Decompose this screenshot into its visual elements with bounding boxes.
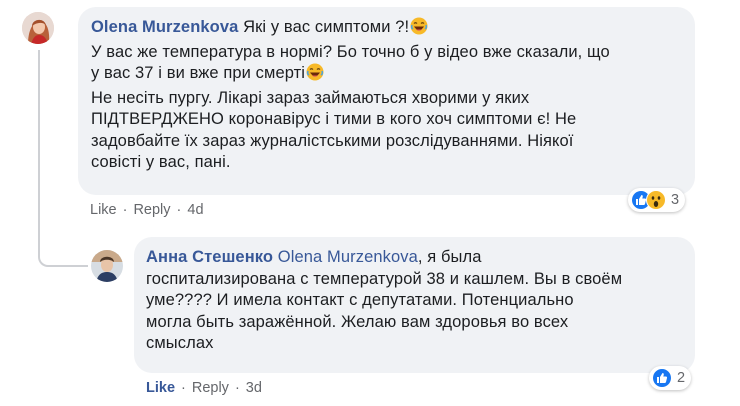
comment-body-2: Анна Стешенко Olena Murzenkova, я была г…	[146, 247, 681, 355]
laughing-emoji-icon	[306, 63, 324, 88]
reply-thread-line	[38, 50, 88, 267]
comment-line-2-3: уме???? И имела контакт с депутатами. По…	[146, 291, 574, 309]
comment-line-1-4: Не несіть пургу. Лікарі зараз займаються…	[91, 88, 530, 107]
separator-dot: ·	[181, 380, 186, 396]
comment-bubble-1: Olena Murzenkova Які у вас симптоми ?! У…	[78, 7, 695, 195]
reaction-count-2: 2	[677, 370, 686, 386]
comment-line-2-5: смыслах	[146, 334, 214, 352]
reactions-summary-1[interactable]: 3	[628, 188, 686, 212]
comment-line-1-2: У вас же температура в нормі? Бо точно б…	[91, 42, 610, 61]
comment-line-2-4: могла быть заражённой. Желаю вам здоровь…	[146, 312, 569, 331]
comment-text-first-2: , я была	[417, 248, 482, 266]
like-reaction-icon	[652, 368, 672, 388]
comment-text-first-1: Які у вас симптоми ?!	[238, 18, 410, 36]
reaction-count-1: 3	[671, 192, 680, 208]
comment-body-1: Olena Murzenkova Які у вас симптоми ?! У…	[91, 17, 681, 174]
comment-line-1-6: задовбайте їх зараз журналістськими розс…	[91, 131, 574, 150]
like-button-1[interactable]: Like	[90, 202, 117, 218]
reactions-summary-2[interactable]: 2	[649, 366, 692, 390]
comment-line-2-2: госпитализирована с температурой 38 и ка…	[146, 269, 623, 288]
separator-dot: ·	[122, 202, 128, 218]
wow-reaction-icon	[646, 190, 666, 210]
comment-author-2[interactable]: Анна Стешенко	[146, 248, 273, 266]
comment-line-1-3-text: у вас 37 і ви вже при смерті	[91, 64, 306, 82]
reply-button-1[interactable]: Reply	[133, 202, 170, 218]
comment-line-1-7: совісті у вас, пані.	[91, 153, 231, 171]
timestamp-1[interactable]: 4d	[187, 202, 203, 218]
timestamp-2[interactable]: 3d	[246, 380, 262, 396]
reply-button-2[interactable]: Reply	[192, 380, 229, 396]
comment-actions-1: Like · Reply · 4d	[90, 202, 204, 218]
comment-actions-2: Like · Reply · 3d	[146, 380, 262, 396]
separator-dot: ·	[234, 380, 240, 396]
comment-bubble-2: Анна Стешенко Olena Murzenkova, я была г…	[134, 237, 695, 373]
comment-line-1-5: ПІДТВЕРДЖЕНО коронавірус і тими в кого х…	[91, 110, 577, 128]
mention-olena[interactable]: Olena Murzenkova	[278, 248, 418, 266]
like-button-2[interactable]: Like	[146, 380, 175, 396]
comment-author-1[interactable]: Olena Murzenkova	[91, 18, 238, 36]
comment-line-1-3: у вас 37 і ви вже при смерті	[91, 63, 681, 88]
laughing-emoji-icon	[410, 17, 428, 42]
separator-dot: ·	[176, 202, 182, 218]
avatar-anna[interactable]	[91, 250, 123, 282]
avatar-olena[interactable]	[22, 12, 54, 44]
